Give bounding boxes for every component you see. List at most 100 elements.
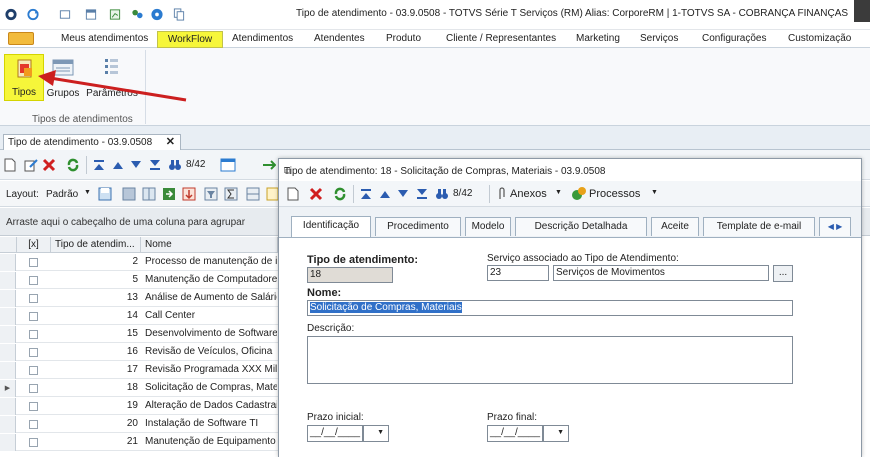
tab-procedimento[interactable]: Procedimento [375, 217, 461, 236]
close-icon[interactable]: ✕ [166, 135, 175, 150]
prazo-final-dropdown[interactable]: ▼ [543, 425, 569, 442]
users-icon[interactable] [130, 8, 144, 21]
parametros-button[interactable]: Parâmetros [84, 54, 140, 101]
table-row[interactable]: 5 Manutenção de Computadores [0, 272, 278, 289]
prazo-inicial-dropdown[interactable]: ▼ [363, 425, 389, 442]
window-icon[interactable] [84, 8, 98, 21]
layout-dropdown[interactable]: Padrão [46, 189, 78, 200]
previous-record-icon[interactable] [379, 189, 391, 199]
tab-configuracoes[interactable]: Configurações [702, 31, 766, 48]
tab-scroll-arrows[interactable]: ◀ ▶ [819, 217, 851, 236]
anexos-button[interactable]: Anexos [510, 188, 547, 200]
binoculars-icon[interactable] [435, 187, 449, 201]
row-indicator[interactable] [0, 362, 16, 379]
table-row[interactable]: 15 Desenvolvimento de Software [0, 326, 278, 343]
process-icon[interactable] [262, 158, 276, 172]
chevron-down-icon[interactable]: ▼ [84, 189, 91, 196]
table-row[interactable]: 17 Revisão Programada XXX Mil Kı [0, 362, 278, 379]
row-indicator[interactable] [0, 398, 16, 415]
row-checkbox[interactable] [29, 438, 38, 447]
tipos-button[interactable]: Tipos [4, 54, 44, 101]
new-window-icon[interactable] [58, 8, 72, 21]
copy-icon[interactable] [172, 8, 186, 21]
servico-code-field[interactable]: 23 [487, 265, 549, 281]
last-record-icon[interactable] [148, 158, 162, 172]
export-icon[interactable] [162, 187, 176, 201]
prazo-final-field[interactable]: __/__/____ [487, 425, 543, 442]
servico-lookup-button[interactable]: ... [773, 265, 793, 282]
table-row[interactable]: 19 Alteração de Dados Cadastrais [0, 398, 278, 415]
save-layout-icon[interactable] [98, 187, 112, 201]
tab-workflow[interactable]: WorkFlow [157, 31, 223, 48]
row-indicator[interactable]: ▶ [0, 380, 16, 397]
table-row[interactable]: ▶ 18 Solicitação de Compras, Materi [0, 380, 278, 397]
calendar-icon[interactable] [220, 157, 236, 173]
row-checkbox[interactable] [29, 258, 38, 267]
new-document-icon[interactable] [287, 187, 299, 201]
refresh-icon[interactable] [26, 8, 40, 21]
row-indicator[interactable] [0, 272, 16, 289]
tab-descricao-detalhada[interactable]: Descrição Detalhada [515, 217, 647, 236]
tab-identificacao[interactable]: Identificação [291, 216, 371, 237]
columns-icon[interactable] [142, 187, 156, 201]
tab-aceite[interactable]: Aceite [651, 217, 699, 236]
row-indicator[interactable] [0, 344, 16, 361]
sum-icon[interactable] [224, 187, 238, 201]
grid-icon[interactable] [246, 187, 260, 201]
grid-layout-icon[interactable] [122, 187, 136, 201]
column-header-nome[interactable]: Nome [141, 237, 278, 253]
tab-cliente-representantes[interactable]: Cliente / Representantes [446, 31, 556, 48]
tab-atendentes[interactable]: Atendentes [314, 31, 365, 48]
restore-icon[interactable]: ⧉ [284, 166, 851, 177]
next-record-icon[interactable] [130, 160, 142, 170]
chart-icon[interactable] [266, 187, 278, 201]
delete-icon[interactable] [42, 158, 56, 172]
table-row[interactable]: 14 Call Center [0, 308, 278, 325]
previous-record-icon[interactable] [112, 160, 124, 170]
tab-produto[interactable]: Produto [386, 31, 421, 48]
row-checkbox[interactable] [29, 276, 38, 285]
app-logo-icon[interactable] [4, 8, 18, 21]
table-row[interactable]: 21 Manutenção de Equipamento T [0, 434, 278, 451]
next-record-icon[interactable] [397, 189, 409, 199]
filter-icon[interactable] [204, 187, 218, 201]
row-checkbox[interactable] [29, 348, 38, 357]
tab-template-email[interactable]: Template de e-mail [703, 217, 815, 236]
prazo-inicial-field[interactable]: __/__/____ [307, 425, 363, 442]
table-row[interactable]: 16 Revisão de Veículos, Oficina [0, 344, 278, 361]
column-header-tipo[interactable]: Tipo de atendim... [51, 237, 141, 253]
new-document-icon[interactable] [4, 158, 16, 172]
column-header-select[interactable]: [x] [17, 237, 51, 253]
row-indicator[interactable] [0, 290, 16, 307]
row-indicator[interactable] [0, 326, 16, 343]
tab-customizacao[interactable]: Customização [788, 31, 851, 48]
binoculars-icon[interactable] [168, 158, 182, 172]
tab-marketing[interactable]: Marketing [576, 31, 620, 48]
tab-servicos[interactable]: Serviços [640, 31, 678, 48]
chart-icon[interactable] [108, 8, 122, 21]
table-row[interactable]: 2 Processo de manutenção de im [0, 254, 278, 271]
descricao-textarea[interactable] [307, 336, 793, 384]
row-checkbox[interactable] [29, 366, 38, 375]
refresh-icon[interactable] [66, 158, 80, 172]
row-checkbox[interactable] [29, 420, 38, 429]
document-tab[interactable]: Tipo de atendimento - 03.9.0508 ✕ [3, 134, 181, 150]
tab-atendimentos[interactable]: Atendimentos [232, 31, 293, 48]
row-checkbox[interactable] [29, 330, 38, 339]
app-menu-button[interactable] [8, 32, 34, 45]
row-indicator[interactable] [0, 416, 16, 433]
row-checkbox[interactable] [29, 384, 38, 393]
tab-modelo[interactable]: Modelo [465, 217, 511, 236]
first-record-icon[interactable] [359, 187, 373, 201]
processos-button[interactable]: Processos [589, 188, 640, 200]
nome-field[interactable]: Solicitação de Compras, Materiais [307, 300, 793, 316]
table-row[interactable]: 13 Análise de Aumento de Salário [0, 290, 278, 307]
last-record-icon[interactable] [415, 187, 429, 201]
delete-icon[interactable] [309, 187, 323, 201]
row-indicator[interactable] [0, 254, 16, 271]
grupos-button[interactable]: Grupos [43, 54, 83, 101]
first-record-icon[interactable] [92, 158, 106, 172]
refresh-icon[interactable] [333, 187, 347, 201]
row-indicator[interactable] [0, 434, 16, 451]
row-checkbox[interactable] [29, 294, 38, 303]
